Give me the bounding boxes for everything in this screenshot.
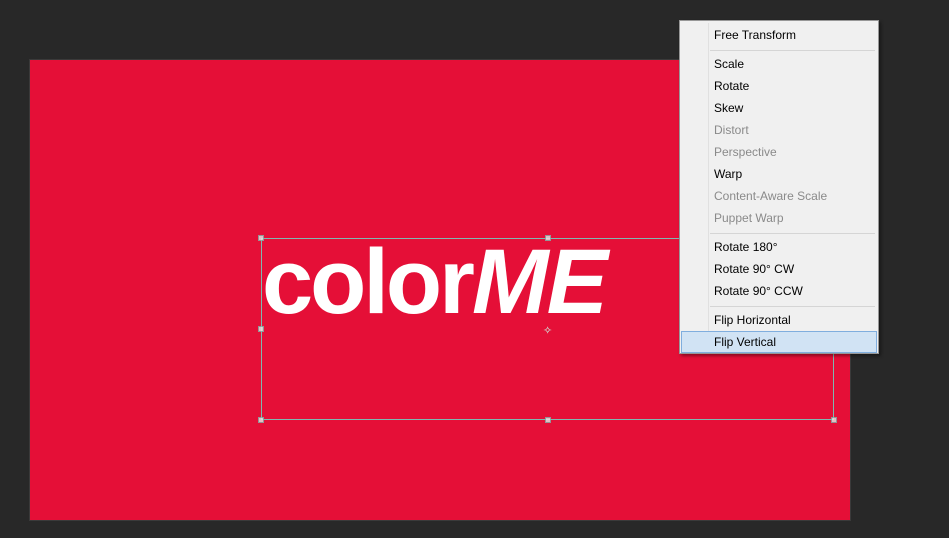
transform-context-menu: Free Transform Scale Rotate Skew Distort Pers…: [679, 20, 879, 354]
menu-separator: [710, 233, 875, 234]
menu-item-warp[interactable]: Warp: [681, 163, 877, 185]
reference-point-icon[interactable]: ✧: [543, 325, 552, 336]
menu-separator: [710, 50, 875, 51]
handle-top-left[interactable]: [258, 235, 264, 241]
menu-item-scale[interactable]: Scale: [681, 53, 877, 75]
menu-item-flip-vertical[interactable]: Flip Vertical: [681, 331, 877, 353]
menu-item-puppet-warp: Puppet Warp: [714, 211, 784, 225]
menu-item-rotate-180[interactable]: Rotate 180°: [681, 236, 877, 258]
menu-item-perspective: Perspective: [714, 145, 777, 159]
handle-bottom-left[interactable]: [258, 417, 264, 423]
handle-middle-left[interactable]: [258, 326, 264, 332]
menu-item-rotate-90-ccw[interactable]: Rotate 90° CCW: [681, 280, 877, 302]
handle-bottom-center[interactable]: [545, 417, 551, 423]
menu-separator: [710, 306, 875, 307]
menu-item-skew[interactable]: Skew: [681, 97, 877, 119]
menu-item-content-aware-scale: Content-Aware Scale: [714, 189, 828, 203]
handle-top-center[interactable]: [545, 235, 551, 241]
menu-item-distort: Distort: [714, 123, 749, 137]
menu-item-rotate[interactable]: Rotate: [681, 75, 877, 97]
menu-item-rotate-90-cw[interactable]: Rotate 90° CW: [681, 258, 877, 280]
menu-item-free-transform[interactable]: Free Transform: [681, 24, 877, 46]
menu-item-flip-horizontal[interactable]: Flip Horizontal: [681, 309, 877, 331]
handle-bottom-right[interactable]: [831, 417, 837, 423]
